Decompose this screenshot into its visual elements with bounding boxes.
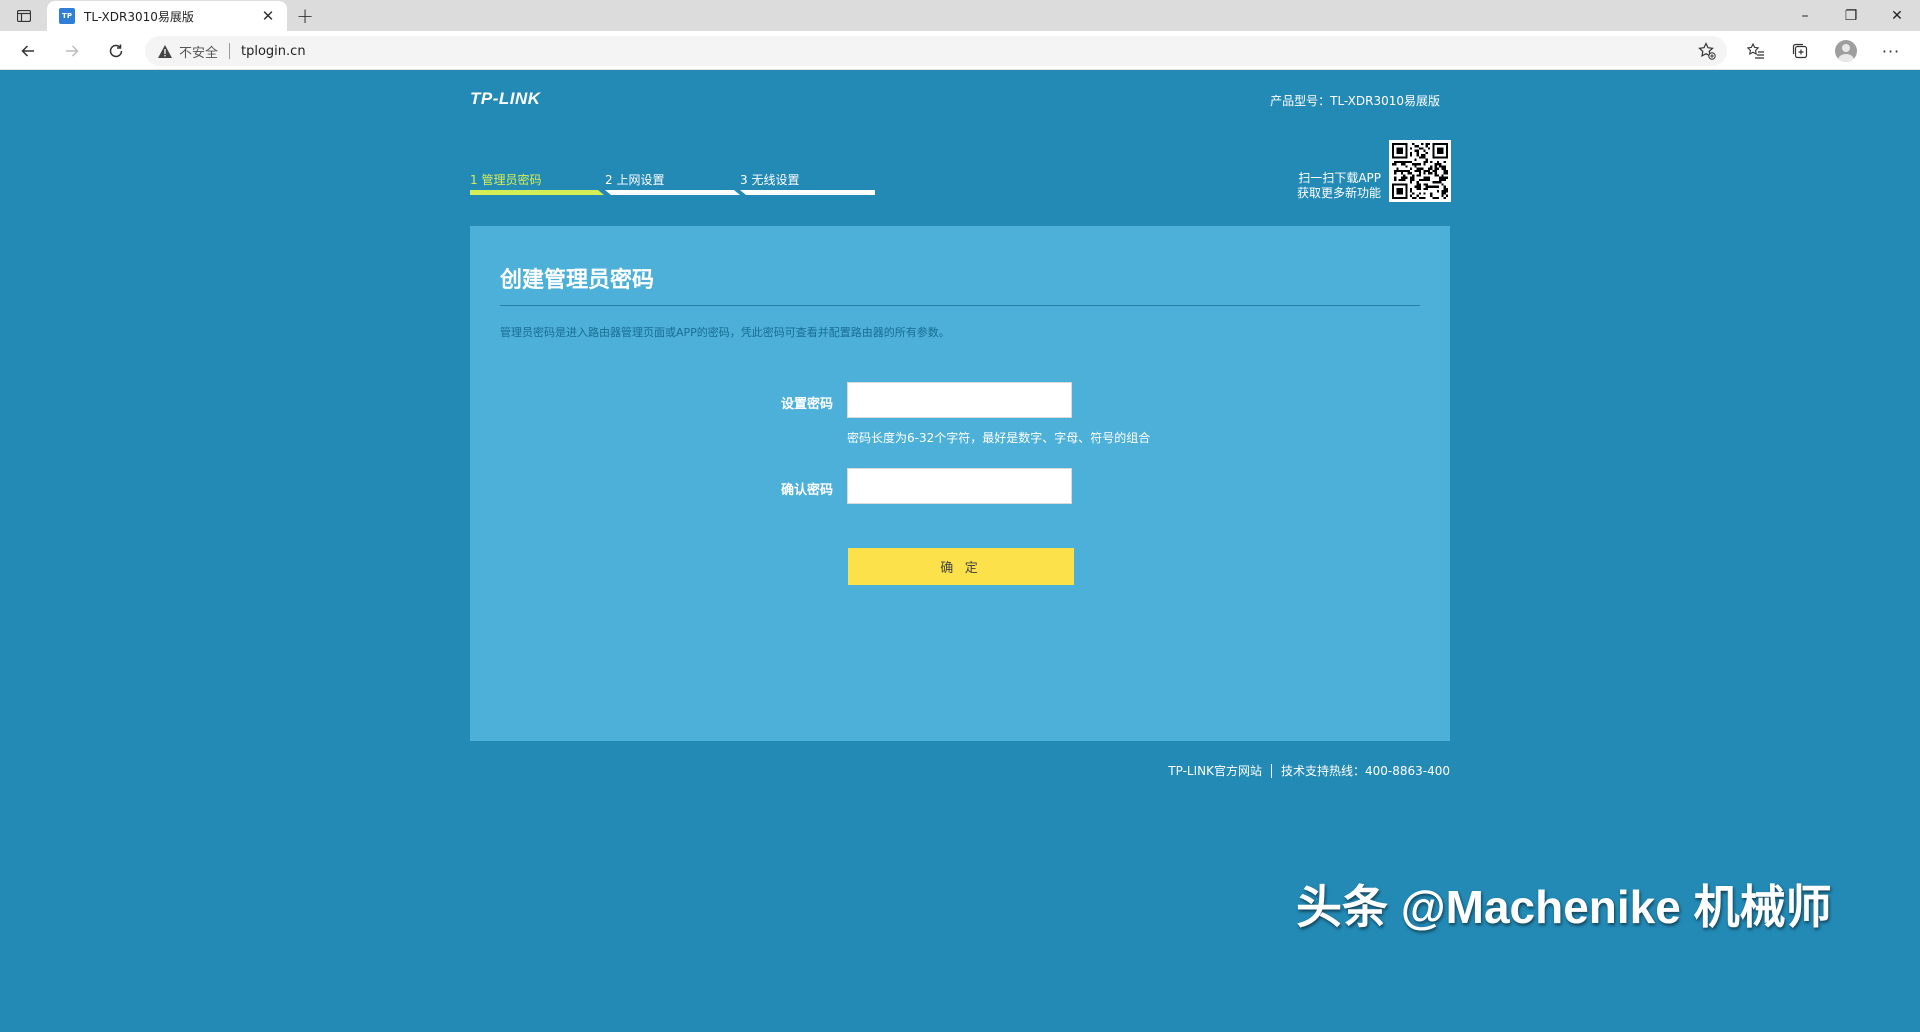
restore-button[interactable]: ❐	[1828, 0, 1874, 31]
setup-steps: 1 管理员密码 2 上网设置 3 无线设置	[470, 171, 875, 201]
step-progress-bar	[740, 190, 875, 195]
page-footer: TP-LINK官方网站 技术支持热线：400-8863-400	[1168, 762, 1450, 779]
support-hotline: 技术支持热线：400-8863-400	[1280, 764, 1450, 778]
browser-toolbar: 不安全 tplogin.cn ···	[0, 31, 1920, 70]
confirm-password-label: 确认密码	[780, 483, 833, 498]
tab-close-icon[interactable]: ✕	[259, 7, 277, 25]
set-password-input[interactable]	[847, 382, 1072, 418]
footer-divider	[1270, 763, 1272, 778]
confirm-button[interactable]: 确 定	[848, 548, 1074, 585]
plus-icon[interactable]: +	[293, 4, 317, 28]
tab-actions-icon[interactable]	[12, 6, 36, 26]
arrow-left-icon[interactable]	[13, 37, 43, 65]
star-plus-icon[interactable]	[1697, 41, 1717, 61]
app-promo-line1: 扫一扫下载APP	[1298, 171, 1381, 185]
browser-tab[interactable]: TP TL-XDR3010易展版 ✕	[47, 1, 287, 31]
minimize-button[interactable]: –	[1782, 0, 1828, 31]
card-divider	[500, 305, 1420, 306]
step-internet-settings: 2 上网设置	[605, 171, 740, 201]
avatar	[1835, 40, 1857, 62]
step-label: 1 管理员密码	[470, 173, 542, 187]
browser-tab-bar: TP TL-XDR3010易展版 ✕ + – ❐ ✕	[0, 0, 1920, 31]
omnibox-divider	[229, 43, 231, 59]
step-admin-password: 1 管理员密码	[470, 171, 605, 201]
more-dots-icon[interactable]: ···	[1877, 38, 1905, 64]
tp-link-logo: TP-LINK	[470, 89, 541, 108]
url-text[interactable]: tplogin.cn	[241, 44, 306, 59]
reload-icon[interactable]	[101, 37, 131, 65]
warning-triangle-icon[interactable]	[157, 43, 173, 59]
official-site-link[interactable]: TP-LINK官方网站	[1168, 762, 1262, 779]
set-password-row: 设置密码	[470, 382, 1450, 418]
password-hint: 密码长度为6-32个字符，最好是数字、字母、符号的组合	[847, 431, 1151, 445]
address-bar[interactable]: 不安全 tplogin.cn	[145, 36, 1727, 66]
watermark: 头条 @Machenike 机械师	[1296, 881, 1832, 933]
app-promo-line2: 获取更多新功能	[1296, 186, 1381, 200]
security-status-label[interactable]: 不安全	[179, 42, 218, 61]
tp-link-favicon-icon: TP	[59, 8, 75, 24]
step-label: 3 无线设置	[740, 173, 800, 187]
profile-avatar-icon[interactable]	[1832, 38, 1860, 64]
close-window-button[interactable]: ✕	[1874, 0, 1920, 31]
card-title: 创建管理员密码	[500, 268, 655, 293]
confirm-password-input[interactable]	[847, 468, 1072, 504]
admin-password-card: 创建管理员密码 管理员密码是进入路由器管理页面或APP的密码，凭此密码可查看并配…	[470, 226, 1450, 741]
set-password-label: 设置密码	[780, 397, 833, 412]
step-progress-bar	[470, 190, 604, 195]
app-download-promo: 扫一扫下载APP 获取更多新功能	[1297, 171, 1381, 201]
tab-title: TL-XDR3010易展版	[84, 9, 194, 24]
product-model-text: 产品型号：TL-XDR3010易展版	[1270, 94, 1440, 108]
qr-code-icon	[1389, 140, 1451, 202]
step-wireless-settings: 3 无线设置	[740, 171, 875, 201]
window-controls: – ❐ ✕	[1782, 0, 1920, 31]
favorites-list-icon[interactable]	[1742, 38, 1770, 64]
arrow-right-icon[interactable]	[57, 37, 87, 65]
step-label: 2 上网设置	[605, 173, 665, 187]
step-progress-bar	[605, 190, 740, 195]
collections-icon[interactable]	[1786, 38, 1814, 64]
confirm-password-row: 确认密码	[470, 468, 1450, 504]
card-description: 管理员密码是进入路由器管理页面或APP的密码，凭此密码可查看并配置路由器的所有参…	[500, 326, 950, 339]
